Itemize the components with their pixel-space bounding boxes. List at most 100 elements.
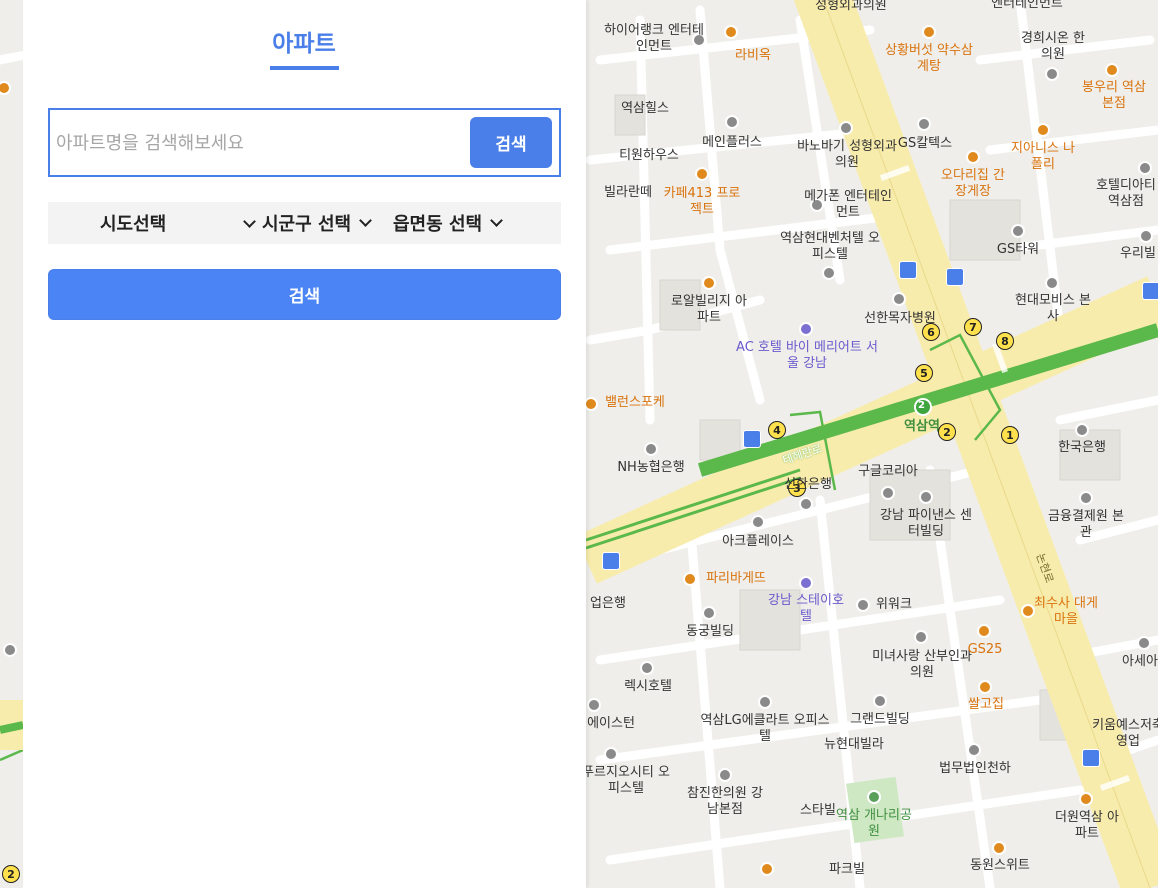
hospital-icon[interactable]	[718, 768, 732, 782]
poi-label[interactable]: 파크빌	[829, 862, 865, 878]
poi-label[interactable]: 지아니스 나폴리	[1011, 141, 1075, 173]
hospital-icon[interactable]	[3, 643, 17, 657]
restaurant-icon[interactable]	[922, 25, 936, 39]
poi-label[interactable]: GS칼텍스	[898, 136, 952, 152]
bakery-icon[interactable]	[683, 572, 697, 586]
poi-label[interactable]: 선한목자병원	[864, 311, 936, 327]
subway-exit-icon[interactable]: 2	[938, 423, 956, 441]
poi-label[interactable]: 역삼 개나리공원	[834, 808, 914, 840]
poi-label[interactable]: 성형외과의원	[815, 0, 887, 14]
poi-label[interactable]: 금융결제원 본관	[1046, 509, 1126, 541]
poi-label[interactable]: GS25	[968, 642, 1003, 658]
poi-label[interactable]: 호텔디아티 역삼점	[1093, 178, 1158, 210]
poi-label[interactable]: NH농협은행	[617, 460, 684, 476]
bus-stop-icon[interactable]	[743, 430, 761, 448]
park-icon[interactable]	[867, 790, 881, 804]
bus-stop-icon[interactable]	[946, 268, 964, 286]
hospital-icon[interactable]	[839, 121, 853, 135]
poi-label[interactable]: 우리빌	[1120, 246, 1156, 262]
convenience-store-icon[interactable]	[977, 624, 991, 638]
poi-label[interactable]: 바노바기 성형외과의원	[797, 139, 897, 171]
poi-label[interactable]: 메인플러스	[702, 135, 762, 151]
poi-label[interactable]: 구글코리아	[858, 464, 918, 480]
building-icon[interactable]	[1139, 229, 1153, 243]
restaurant-icon[interactable]	[1105, 63, 1119, 77]
poi-label[interactable]: 미녀사랑 산부인과의원	[872, 649, 972, 681]
poi-label[interactable]: 스타빌	[800, 803, 836, 819]
poi-label[interactable]: 에이스턴	[587, 716, 635, 732]
poi-label[interactable]: 로알빌리지 아파트	[669, 294, 749, 326]
poi-label[interactable]: 밸런스포케	[605, 395, 665, 411]
tab-apartment[interactable]: 아파트	[269, 28, 339, 60]
poi-label[interactable]: 렉시호텔	[624, 679, 672, 695]
poi-label[interactable]: 푸르지오시티 오피스텔	[581, 765, 671, 797]
subway-exit-icon[interactable]: 8	[996, 332, 1014, 350]
bank-icon[interactable]	[799, 497, 813, 511]
bus-stop-icon[interactable]	[602, 552, 620, 570]
poi-label[interactable]: 아세아	[1122, 654, 1158, 670]
poi-label[interactable]: 신한은행	[784, 477, 832, 493]
poi-label[interactable]: 하이어랭크 엔터테인먼트	[604, 23, 704, 55]
poi-label[interactable]: 카페413 프로젝트	[662, 186, 742, 218]
subway-exit-icon[interactable]: 4	[768, 421, 786, 439]
poi-label[interactable]: 메가폰 엔터테인먼트	[803, 189, 893, 221]
poi-label[interactable]: 더원역삼 아파트	[1052, 810, 1122, 842]
hotel-icon[interactable]	[640, 661, 654, 675]
cafe-icon[interactable]	[695, 167, 709, 181]
poi-label[interactable]: 그랜드빌딩	[850, 712, 910, 728]
bus-stop-icon[interactable]	[1082, 749, 1100, 767]
subway-exit-icon[interactable]: 7	[964, 318, 982, 336]
building-icon[interactable]	[856, 598, 870, 612]
hotel-icon[interactable]	[799, 576, 813, 590]
subway-exit-icon[interactable]: 2	[2, 865, 20, 883]
apartment-icon[interactable]	[1079, 792, 1093, 806]
restaurant-icon[interactable]	[978, 680, 992, 694]
poi-label[interactable]: 강남 스테이호텔	[766, 593, 846, 625]
sigungu-select[interactable]: 시군구 선택	[262, 202, 372, 244]
poi-label[interactable]: 한국은행	[1058, 440, 1106, 456]
poi-label[interactable]: 뉴현대빌라	[824, 737, 884, 753]
poi-label[interactable]: AC 호텔 바이 메리어트 서울 강남	[732, 340, 882, 372]
restaurant-icon[interactable]	[1036, 123, 1050, 137]
poi-label[interactable]: 동궁빌딩	[686, 624, 734, 640]
poi-label[interactable]: 법무법인천하	[939, 761, 1011, 777]
poi-label[interactable]: 파리바게뜨	[706, 571, 766, 587]
restaurant-icon[interactable]	[966, 150, 980, 164]
bus-stop-icon[interactable]	[1142, 282, 1158, 300]
building-icon[interactable]	[1045, 276, 1059, 290]
poi-label[interactable]: 라비옥	[735, 48, 771, 64]
poi-label[interactable]: 역삼현대벤처텔 오피스텔	[775, 231, 885, 263]
poi-label[interactable]: 현대모비스 본사	[1013, 293, 1093, 325]
poi-label[interactable]: 쌀고집	[968, 697, 1004, 713]
building-icon[interactable]	[604, 747, 618, 761]
poi-label[interactable]: 아크플레이스	[722, 534, 794, 550]
building-icon[interactable]	[751, 515, 765, 529]
apartment-icon[interactable]	[992, 841, 1006, 855]
building-icon[interactable]	[1011, 224, 1025, 238]
building-icon[interactable]	[1079, 491, 1093, 505]
poi-label[interactable]: 봉우리 역삼본점	[1082, 80, 1146, 112]
eupmyeondong-select[interactable]: 읍면동 선택	[393, 202, 503, 244]
hotel-icon[interactable]	[799, 322, 813, 336]
poi-label[interactable]: GS타워	[997, 242, 1039, 258]
gas-station-icon[interactable]	[917, 117, 931, 131]
poi-label[interactable]: 빌라란떼	[604, 185, 652, 201]
building-icon[interactable]	[822, 266, 836, 280]
apartment-search-input[interactable]	[56, 122, 456, 164]
building-icon[interactable]	[587, 698, 601, 712]
restaurant-icon[interactable]	[724, 25, 738, 39]
building-icon[interactable]	[758, 695, 772, 709]
building-icon[interactable]	[881, 486, 895, 500]
bank-icon[interactable]	[644, 442, 658, 456]
subway-exit-icon[interactable]: 1	[1001, 426, 1019, 444]
poi-label[interactable]: 역삼힐스	[621, 101, 669, 117]
station-label[interactable]: 역삼역	[904, 419, 940, 435]
hotel-icon[interactable]	[1138, 161, 1152, 175]
poi-label[interactable]: 키움예스저축 영업	[1088, 718, 1158, 750]
region-search-button[interactable]: 검색	[48, 269, 561, 320]
poi-label[interactable]: 오다리집 간장게장	[941, 168, 1005, 200]
poi-label[interactable]: 경희시온 한의원	[1021, 31, 1085, 63]
building-icon[interactable]	[967, 743, 981, 757]
building-icon[interactable]	[1137, 636, 1151, 650]
search-inline-button[interactable]: 검색	[470, 117, 552, 168]
